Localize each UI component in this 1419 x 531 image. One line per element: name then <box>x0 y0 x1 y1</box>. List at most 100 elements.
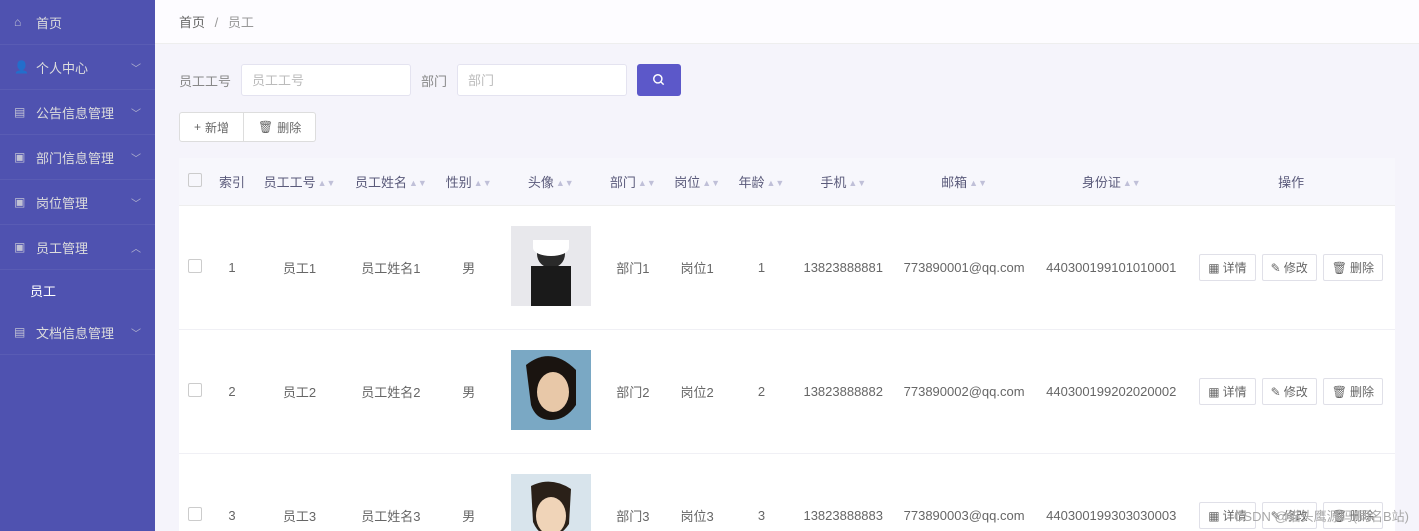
cell-empid: 员工2 <box>254 330 345 454</box>
edit-button[interactable]: ✎修改 <box>1262 378 1317 405</box>
sidebar-item-label: 员工管理 <box>36 238 131 257</box>
chevron-down-icon: ﹀ <box>131 60 141 75</box>
cell-empid: 员工3 <box>254 454 345 531</box>
col-ops: 操作 <box>1187 158 1395 206</box>
file-icon: ▤ <box>14 325 28 339</box>
cell-age: 2 <box>729 330 793 454</box>
breadcrumb-sep: / <box>215 15 219 30</box>
sidebar-item-profile[interactable]: 👤 个人中心 ﹀ <box>0 45 155 90</box>
cell-email: 773890002@qq.com <box>893 330 1035 454</box>
col-idcard[interactable]: 身份证▲▼ <box>1035 158 1187 206</box>
cell-idcard: 440300199101010001 <box>1035 206 1187 330</box>
trash-icon: 🗑 <box>1332 261 1347 275</box>
sidebar-item-label: 文档信息管理 <box>36 323 131 342</box>
sidebar-item-label: 首页 <box>36 13 141 32</box>
filter-input-dept[interactable] <box>457 64 627 96</box>
trash-icon: 🗑 <box>1332 385 1347 399</box>
sidebar-item-label: 岗位管理 <box>36 193 131 212</box>
select-all-checkbox[interactable] <box>188 173 202 187</box>
breadcrumb-home[interactable]: 首页 <box>179 15 205 30</box>
edit-icon: ✎ <box>1271 385 1281 399</box>
row-checkbox[interactable] <box>188 507 202 521</box>
cell-phone: 13823888883 <box>794 454 893 531</box>
filter-label-dept: 部门 <box>421 71 447 90</box>
col-gender[interactable]: 性别▲▼ <box>437 158 501 206</box>
post-icon: ▣ <box>14 195 28 209</box>
emp-icon: ▣ <box>14 240 28 254</box>
cell-ops: ▦详情 ✎修改 🗑删除 <box>1187 206 1395 330</box>
plus-icon: + <box>194 120 201 134</box>
doc-icon: ▤ <box>14 105 28 119</box>
cell-idcard: 440300199202020002 <box>1035 330 1187 454</box>
sidebar-subitem-employee[interactable]: 员工 <box>0 270 155 310</box>
sidebar-item-departments[interactable]: ▣ 部门信息管理 ﹀ <box>0 135 155 180</box>
table-row: 1 员工1 员工姓名1 男 部门1 岗位1 1 13823888881 7738… <box>179 206 1395 330</box>
add-button[interactable]: + 新增 <box>179 112 244 142</box>
cell-post: 岗位2 <box>665 330 729 454</box>
main-area: 首页 / 员工 员工工号 部门 + 新增 <box>155 0 1419 531</box>
row-delete-button[interactable]: 🗑删除 <box>1323 378 1383 405</box>
row-delete-button[interactable]: 🗑删除 <box>1323 254 1383 281</box>
cell-ops: ▦详情 ✎修改 🗑删除 <box>1187 330 1395 454</box>
cell-dept: 部门3 <box>601 454 665 531</box>
cell-post: 岗位3 <box>665 454 729 531</box>
home-icon: ⌂ <box>14 15 28 29</box>
cell-empname: 员工姓名3 <box>345 454 436 531</box>
cell-age: 1 <box>729 206 793 330</box>
sort-icon: ▲▼ <box>638 181 656 186</box>
cell-email: 773890001@qq.com <box>893 206 1035 330</box>
cell-phone: 13823888881 <box>794 206 893 330</box>
row-checkbox[interactable] <box>188 383 202 397</box>
col-checkbox <box>179 158 210 206</box>
cell-avatar <box>501 206 601 330</box>
sidebar-item-documents[interactable]: ▤ 文档信息管理 ﹀ <box>0 310 155 355</box>
search-icon <box>652 73 666 87</box>
dept-icon: ▣ <box>14 150 28 164</box>
sidebar-item-label: 员工 <box>30 281 56 300</box>
sidebar-item-notices[interactable]: ▤ 公告信息管理 ﹀ <box>0 90 155 135</box>
cell-gender: 男 <box>437 330 501 454</box>
chevron-down-icon: ﹀ <box>131 325 141 340</box>
avatar-image <box>511 226 591 306</box>
search-button[interactable] <box>637 64 681 96</box>
detail-icon: ▦ <box>1208 385 1219 399</box>
col-avatar[interactable]: 头像▲▼ <box>501 158 601 206</box>
delete-button[interactable]: 🗑 删除 <box>244 112 316 142</box>
sidebar-item-posts[interactable]: ▣ 岗位管理 ﹀ <box>0 180 155 225</box>
chevron-down-icon: ﹀ <box>131 105 141 120</box>
col-empname[interactable]: 员工姓名▲▼ <box>345 158 436 206</box>
sort-icon: ▲▼ <box>1123 181 1141 186</box>
sort-icon: ▲▼ <box>969 181 987 186</box>
sidebar-item-label: 部门信息管理 <box>36 148 131 167</box>
watermark: CSDN @猫头鹰源码(同名B站) <box>1234 506 1409 525</box>
row-checkbox[interactable] <box>188 259 202 273</box>
cell-dept: 部门2 <box>601 330 665 454</box>
edit-icon: ✎ <box>1271 261 1281 275</box>
toolbar: + 新增 🗑 删除 <box>179 112 1395 142</box>
col-index[interactable]: 索引 <box>210 158 254 206</box>
sidebar-item-home[interactable]: ⌂ 首页 <box>0 0 155 45</box>
sidebar-item-employees[interactable]: ▣ 员工管理 ︿ <box>0 225 155 270</box>
filter-bar: 员工工号 部门 <box>179 64 1395 96</box>
chevron-down-icon: ﹀ <box>131 150 141 165</box>
sort-icon: ▲▼ <box>556 181 574 186</box>
cell-empname: 员工姓名2 <box>345 330 436 454</box>
cell-dept: 部门1 <box>601 206 665 330</box>
detail-button[interactable]: ▦详情 <box>1199 378 1255 405</box>
col-phone[interactable]: 手机▲▼ <box>794 158 893 206</box>
col-empid[interactable]: 员工工号▲▼ <box>254 158 345 206</box>
chevron-down-icon: ﹀ <box>131 195 141 210</box>
col-dept[interactable]: 部门▲▼ <box>601 158 665 206</box>
col-age[interactable]: 年龄▲▼ <box>729 158 793 206</box>
detail-button[interactable]: ▦详情 <box>1199 254 1255 281</box>
avatar-image <box>511 350 591 430</box>
cell-phone: 13823888882 <box>794 330 893 454</box>
filter-input-empid[interactable] <box>241 64 411 96</box>
edit-button[interactable]: ✎修改 <box>1262 254 1317 281</box>
sort-icon: ▲▼ <box>318 181 336 186</box>
col-email[interactable]: 邮箱▲▼ <box>893 158 1035 206</box>
trash-icon: 🗑 <box>258 120 273 134</box>
col-post[interactable]: 岗位▲▼ <box>665 158 729 206</box>
detail-icon: ▦ <box>1208 509 1219 523</box>
sort-icon: ▲▼ <box>409 181 427 186</box>
